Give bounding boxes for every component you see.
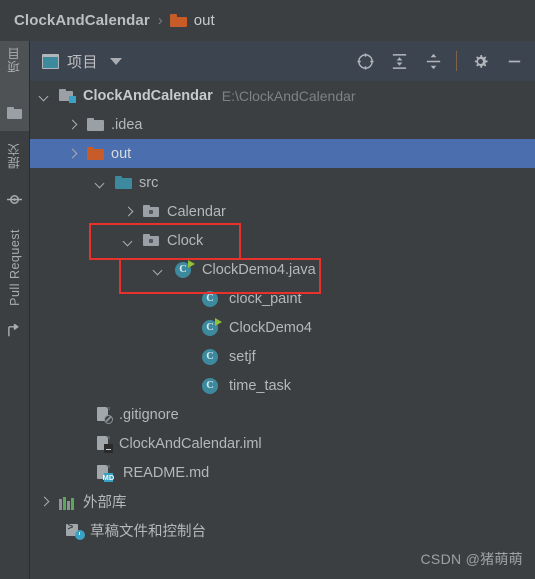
markdown-badge: MD (102, 472, 115, 482)
folder-teal-icon (115, 175, 132, 191)
java-runnable-class-icon: C (202, 317, 222, 336)
chevron-down-icon[interactable] (94, 176, 107, 189)
gitignore-file-icon (95, 407, 113, 424)
sidebar-item-project[interactable]: 项目 (0, 47, 29, 76)
sidebar-item-commit[interactable]: 提交 (0, 143, 29, 172)
tree-row-label: ClockDemo4 (229, 319, 312, 336)
tree-row-idea[interactable]: .idea (30, 110, 535, 139)
markdown-file-icon: MD (95, 465, 115, 482)
tree-row-calendar[interactable]: Calendar (30, 197, 535, 226)
commit-icon (7, 192, 22, 207)
sidebar-item-pull-request[interactable]: Pull Request (0, 229, 29, 309)
package-icon (143, 233, 160, 249)
gear-icon[interactable] (469, 50, 491, 72)
breadcrumb-leaf[interactable]: out (194, 12, 215, 29)
tree-row-clockdemo4[interactable]: C ClockDemo4 (30, 313, 535, 342)
panel-title: 项目 (67, 53, 99, 71)
tree-row-gitignore[interactable]: .gitignore (30, 400, 535, 429)
java-class-icon: C (202, 290, 219, 307)
chevron-down-icon[interactable] (38, 89, 51, 102)
tree-row-label: ClockDemo4.java (202, 261, 316, 278)
folder-icon (169, 14, 187, 27)
panel-header-actions (354, 50, 535, 72)
tool-window-strip: 项目 提交 Pull Request (0, 41, 30, 579)
tree-row-label: 草稿文件和控制台 (90, 524, 206, 540)
folder-icon (7, 104, 22, 119)
chevron-down-icon[interactable] (152, 263, 165, 276)
project-tree[interactable]: ClockAndCalendar E:\ClockAndCalendar .id… (30, 81, 535, 579)
tree-row-label: 外部库 (83, 495, 127, 511)
java-class-icon: C (202, 377, 219, 394)
tree-row-setjf[interactable]: C setjf (30, 342, 535, 371)
package-icon (143, 204, 160, 220)
iml-file-icon (95, 436, 113, 453)
java-runnable-class-icon: C (175, 259, 195, 278)
watermark: CSDN @猪萌萌 (420, 551, 523, 567)
breadcrumb-root[interactable]: ClockAndCalendar (14, 12, 150, 29)
toolbar-divider (456, 51, 457, 71)
folder-gray-icon (87, 117, 104, 133)
tree-row-label: clock_paint (229, 290, 302, 307)
tree-row-clockandcalendar-root[interactable]: ClockAndCalendar E:\ClockAndCalendar (30, 81, 535, 110)
tree-row-label: Clock (167, 232, 204, 249)
collapse-all-icon[interactable] (422, 50, 444, 72)
tree-row-label: .idea (111, 116, 143, 133)
scratches-icon (66, 522, 85, 540)
tree-row-path: E:\ClockAndCalendar (221, 87, 356, 104)
tree-row-label: time_task (229, 377, 292, 394)
tree-row-out[interactable]: out (30, 139, 535, 168)
tree-row-time-task[interactable]: C time_task (30, 371, 535, 400)
tree-row-clock-paint[interactable]: C clock_paint (30, 284, 535, 313)
hide-icon[interactable] (503, 50, 525, 72)
sidebar-item-project-label: 项目 (8, 47, 22, 73)
pull-request-icon (7, 323, 22, 339)
sidebar-item-commit-label: 提交 (8, 143, 22, 169)
tree-row-label: README.md (123, 464, 210, 481)
chevron-right-icon[interactable] (66, 147, 79, 160)
tree-row-label: src (139, 174, 159, 191)
folder-orange-icon (87, 146, 104, 162)
tree-row-label: ClockAndCalendar (83, 87, 213, 104)
tree-row-clockdemo4-java[interactable]: C ClockDemo4.java (30, 255, 535, 284)
chevron-down-icon[interactable] (122, 234, 135, 247)
breadcrumb: ClockAndCalendar › out (0, 0, 535, 41)
chevron-right-icon[interactable] (66, 118, 79, 131)
tree-row-label: setjf (229, 348, 256, 365)
tree-row-label: out (111, 145, 132, 162)
sidebar-item-pull-request-label: Pull Request (7, 229, 22, 306)
chevron-down-icon[interactable] (110, 57, 123, 65)
breadcrumb-separator: › (157, 12, 163, 29)
expand-all-icon[interactable] (388, 50, 410, 72)
chevron-right-icon[interactable] (38, 495, 51, 508)
tree-row-iml[interactable]: ClockAndCalendar.iml (30, 429, 535, 458)
project-root-icon (59, 88, 76, 104)
tree-row-label: ClockAndCalendar.iml (119, 435, 262, 452)
tree-row-label: .gitignore (119, 406, 179, 423)
project-panel-header: 项目 (30, 41, 535, 81)
chevron-right-icon[interactable] (122, 205, 135, 218)
select-opened-file-icon[interactable] (354, 50, 376, 72)
java-class-icon: C (202, 348, 219, 365)
tree-row-src[interactable]: src (30, 168, 535, 197)
tree-row-external-libraries[interactable]: 外部库 (30, 487, 535, 516)
tree-row-scratches[interactable]: 草稿文件和控制台 (30, 516, 535, 545)
project-window-icon (42, 53, 59, 69)
external-libraries-icon (59, 493, 76, 510)
tree-row-label: Calendar (167, 203, 226, 220)
tree-row-readme[interactable]: MD README.md (30, 458, 535, 487)
tree-row-clock[interactable]: Clock (30, 226, 535, 255)
